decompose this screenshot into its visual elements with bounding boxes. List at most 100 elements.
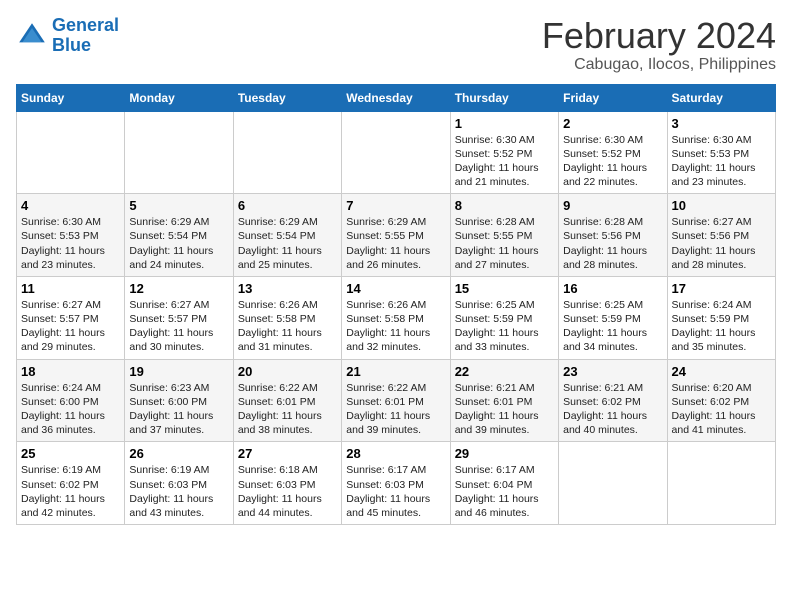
logo-text: General Blue <box>52 16 119 56</box>
calendar-week: 11 Sunrise: 6:27 AMSunset: 5:57 PMDayligh… <box>17 276 776 359</box>
calendar-cell: 22Sunrise: 6:21 AMSunset: 6:01 PMDayligh… <box>450 359 558 442</box>
day-number: 2 <box>563 116 662 131</box>
day-header: Wednesday <box>342 84 450 111</box>
cell-sun-info: Sunrise: 6:17 AMSunset: 6:03 PMDaylight:… <box>346 463 445 520</box>
day-number: 4 <box>21 198 120 213</box>
calendar-cell: 5 Sunrise: 6:29 AMSunset: 5:54 PMDaylight… <box>125 194 233 277</box>
cell-sun-info: Sunrise: 6:26 AMSunset: 5:58 PMDaylight:… <box>238 298 337 355</box>
calendar-title: February 2024 <box>542 16 776 56</box>
day-number: 27 <box>238 446 337 461</box>
cell-sun-info: Sunrise: 6:24 AMSunset: 6:00 PMDaylight:… <box>21 381 120 438</box>
calendar-cell: 27 Sunrise: 6:18 AMSunset: 6:03 PMDayligh… <box>233 442 341 525</box>
cell-sun-info: Sunrise: 6:20 AMSunset: 6:02 PMDaylight:… <box>672 381 771 438</box>
cell-sun-info: Sunrise: 6:17 AMSunset: 6:04 PMDaylight:… <box>455 463 554 520</box>
day-number: 28 <box>346 446 445 461</box>
calendar-cell: 25 Sunrise: 6:19 AMSunset: 6:02 PMDayligh… <box>17 442 125 525</box>
calendar-cell: 28 Sunrise: 6:17 AMSunset: 6:03 PMDayligh… <box>342 442 450 525</box>
cell-sun-info: Sunrise: 6:19 AMSunset: 6:02 PMDaylight:… <box>21 463 120 520</box>
calendar-cell: 26 Sunrise: 6:19 AMSunset: 6:03 PMDayligh… <box>125 442 233 525</box>
cell-sun-info: Sunrise: 6:22 AMSunset: 6:01 PMDaylight:… <box>238 381 337 438</box>
calendar-week: 4 Sunrise: 6:30 AMSunset: 5:53 PMDaylight… <box>17 194 776 277</box>
day-number: 13 <box>238 281 337 296</box>
day-header: Saturday <box>667 84 775 111</box>
calendar-cell <box>667 442 775 525</box>
logo: General Blue <box>16 16 119 56</box>
cell-sun-info: Sunrise: 6:26 AMSunset: 5:58 PMDaylight:… <box>346 298 445 355</box>
day-number: 10 <box>672 198 771 213</box>
day-number: 29 <box>455 446 554 461</box>
calendar-cell: 4 Sunrise: 6:30 AMSunset: 5:53 PMDaylight… <box>17 194 125 277</box>
day-number: 8 <box>455 198 554 213</box>
calendar-cell: 17Sunrise: 6:24 AMSunset: 5:59 PMDayligh… <box>667 276 775 359</box>
day-header: Sunday <box>17 84 125 111</box>
day-number: 9 <box>563 198 662 213</box>
day-header: Friday <box>559 84 667 111</box>
cell-sun-info: Sunrise: 6:28 AMSunset: 5:55 PMDaylight:… <box>455 215 554 272</box>
cell-sun-info: Sunrise: 6:19 AMSunset: 6:03 PMDaylight:… <box>129 463 228 520</box>
day-number: 25 <box>21 446 120 461</box>
calendar-week: 18 Sunrise: 6:24 AMSunset: 6:00 PMDayligh… <box>17 359 776 442</box>
calendar-cell: 7 Sunrise: 6:29 AMSunset: 5:55 PMDaylight… <box>342 194 450 277</box>
calendar-cell: 2Sunrise: 6:30 AMSunset: 5:52 PMDaylight… <box>559 111 667 194</box>
calendar-cell: 11Sunrise: 6:27 AMSunset: 5:57 PMDayligh… <box>17 276 125 359</box>
logo-line1: General <box>52 15 119 35</box>
calendar-cell: 1 Sunrise: 6:30 AMSunset: 5:52 PMDaylight… <box>450 111 558 194</box>
cell-sun-info: Sunrise: 6:18 AMSunset: 6:03 PMDaylight:… <box>238 463 337 520</box>
day-header: Monday <box>125 84 233 111</box>
day-number: 18 <box>21 364 120 379</box>
day-number: 16 <box>563 281 662 296</box>
cell-sun-info: Sunrise: 6:27 AMSunset: 5:57 PMDaylight:… <box>129 298 228 355</box>
cell-sun-info: Sunrise: 6:24 AMSunset: 5:59 PMDaylight:… <box>672 298 771 355</box>
calendar-cell: 21Sunrise: 6:22 AMSunset: 6:01 PMDayligh… <box>342 359 450 442</box>
day-number: 11 <box>21 281 120 296</box>
day-number: 14 <box>346 281 445 296</box>
cell-sun-info: Sunrise: 6:28 AMSunset: 5:56 PMDaylight:… <box>563 215 662 272</box>
calendar-cell: 19 Sunrise: 6:23 AMSunset: 6:00 PMDayligh… <box>125 359 233 442</box>
calendar-cell: 9 Sunrise: 6:28 AMSunset: 5:56 PMDaylight… <box>559 194 667 277</box>
calendar-cell: 24 Sunrise: 6:20 AMSunset: 6:02 PMDayligh… <box>667 359 775 442</box>
calendar-cell: 15 Sunrise: 6:25 AMSunset: 5:59 PMDayligh… <box>450 276 558 359</box>
logo-icon <box>16 20 48 52</box>
cell-sun-info: Sunrise: 6:27 AMSunset: 5:56 PMDaylight:… <box>672 215 771 272</box>
calendar-subtitle: Cabugao, Ilocos, Philippines <box>542 56 776 74</box>
calendar-cell: 23Sunrise: 6:21 AMSunset: 6:02 PMDayligh… <box>559 359 667 442</box>
day-number: 26 <box>129 446 228 461</box>
cell-sun-info: Sunrise: 6:29 AMSunset: 5:54 PMDaylight:… <box>238 215 337 272</box>
cell-sun-info: Sunrise: 6:29 AMSunset: 5:54 PMDaylight:… <box>129 215 228 272</box>
day-number: 24 <box>672 364 771 379</box>
cell-sun-info: Sunrise: 6:25 AMSunset: 5:59 PMDaylight:… <box>563 298 662 355</box>
day-number: 12 <box>129 281 228 296</box>
calendar-cell: 12 Sunrise: 6:27 AMSunset: 5:57 PMDayligh… <box>125 276 233 359</box>
cell-sun-info: Sunrise: 6:25 AMSunset: 5:59 PMDaylight:… <box>455 298 554 355</box>
calendar-body: 1 Sunrise: 6:30 AMSunset: 5:52 PMDaylight… <box>17 111 776 524</box>
day-number: 20 <box>238 364 337 379</box>
cell-sun-info: Sunrise: 6:22 AMSunset: 6:01 PMDaylight:… <box>346 381 445 438</box>
calendar-cell: 18 Sunrise: 6:24 AMSunset: 6:00 PMDayligh… <box>17 359 125 442</box>
calendar-cell: 13 Sunrise: 6:26 AMSunset: 5:58 PMDayligh… <box>233 276 341 359</box>
title-area: February 2024 Cabugao, Ilocos, Philippin… <box>542 16 776 74</box>
calendar-cell <box>233 111 341 194</box>
cell-sun-info: Sunrise: 6:21 AMSunset: 6:01 PMDaylight:… <box>455 381 554 438</box>
cell-sun-info: Sunrise: 6:23 AMSunset: 6:00 PMDaylight:… <box>129 381 228 438</box>
cell-sun-info: Sunrise: 6:30 AMSunset: 5:53 PMDaylight:… <box>21 215 120 272</box>
day-header: Tuesday <box>233 84 341 111</box>
day-number: 19 <box>129 364 228 379</box>
page-header: General Blue February 2024 Cabugao, Iloc… <box>16 16 776 74</box>
calendar-week: 1 Sunrise: 6:30 AMSunset: 5:52 PMDaylight… <box>17 111 776 194</box>
calendar-cell: 29 Sunrise: 6:17 AMSunset: 6:04 PMDayligh… <box>450 442 558 525</box>
day-number: 3 <box>672 116 771 131</box>
calendar-cell: 14 Sunrise: 6:26 AMSunset: 5:58 PMDayligh… <box>342 276 450 359</box>
day-number: 15 <box>455 281 554 296</box>
calendar-cell <box>342 111 450 194</box>
calendar-cell <box>17 111 125 194</box>
calendar-cell <box>125 111 233 194</box>
day-number: 7 <box>346 198 445 213</box>
day-header: Thursday <box>450 84 558 111</box>
cell-sun-info: Sunrise: 6:30 AMSunset: 5:52 PMDaylight:… <box>455 133 554 190</box>
day-number: 1 <box>455 116 554 131</box>
day-number: 5 <box>129 198 228 213</box>
calendar-table: SundayMondayTuesdayWednesdayThursdayFrid… <box>16 84 776 525</box>
calendar-cell: 10 Sunrise: 6:27 AMSunset: 5:56 PMDayligh… <box>667 194 775 277</box>
cell-sun-info: Sunrise: 6:29 AMSunset: 5:55 PMDaylight:… <box>346 215 445 272</box>
calendar-cell: 3Sunrise: 6:30 AMSunset: 5:53 PMDaylight… <box>667 111 775 194</box>
